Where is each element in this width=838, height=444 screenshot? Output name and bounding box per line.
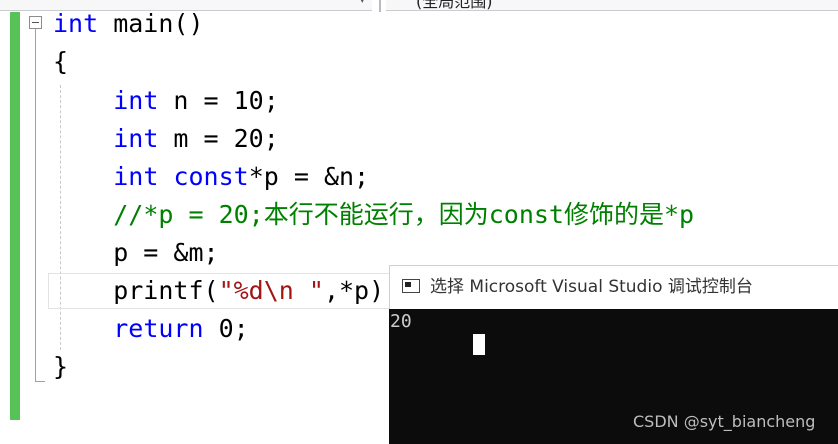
code-token-plain: n = 10; xyxy=(158,86,279,115)
code-line[interactable]: p = &m; xyxy=(53,234,219,272)
code-line[interactable]: int main() xyxy=(53,5,204,43)
collapse-icon[interactable] xyxy=(29,16,42,29)
visual-studio-editor-window: ▾ (全局范围) int main() { int n = 10; int m =… xyxy=(0,0,838,444)
scope-dropdown-label: (全局范围) xyxy=(416,0,493,11)
code-token-kw: int xyxy=(113,86,159,115)
console-title: 选择 Microsoft Visual Studio 调试控制台 xyxy=(430,277,753,297)
chevron-down-icon[interactable]: ▾ xyxy=(360,0,370,6)
code-line[interactable]: int const*p = &n; xyxy=(53,158,369,196)
code-token-cm: //*p = 20;本行不能运行，因为const修饰的是*p xyxy=(113,200,695,229)
splitter[interactable] xyxy=(379,0,381,12)
fold-region-line xyxy=(35,29,36,381)
scope-dropdown[interactable]: (全局范围) xyxy=(386,0,838,11)
change-tracking-bar xyxy=(10,12,20,420)
code-token-kw: int xyxy=(113,162,159,191)
code-token-plain: 0; xyxy=(203,314,249,343)
code-token-plain: p = &m; xyxy=(53,238,219,267)
code-line[interactable]: int n = 10; xyxy=(53,82,279,120)
code-token-plain: main() xyxy=(98,9,204,38)
debug-console-window[interactable]: 选择 Microsoft Visual Studio 调试控制台 20 CSDN… xyxy=(389,265,838,444)
code-token-plain: *p = &n; xyxy=(248,162,370,191)
code-token-kw: const xyxy=(173,162,249,191)
code-token-kw: int xyxy=(113,124,159,153)
code-line[interactable]: //*p = 20;本行不能运行，因为const修饰的是*p xyxy=(53,196,694,234)
fold-region-end xyxy=(35,381,45,382)
code-token-kw: int xyxy=(53,9,99,38)
code-line[interactable]: return 0; xyxy=(53,310,249,348)
code-token-st: "%d\n " xyxy=(218,276,324,305)
console-cursor xyxy=(473,334,485,355)
code-line[interactable]: printf("%d\n ",*p); xyxy=(53,272,399,310)
console-app-icon xyxy=(402,279,420,293)
watermark: CSDN @syt_biancheng xyxy=(633,412,816,431)
code-token-plain: ,*p); xyxy=(323,276,400,305)
code-line[interactable]: } xyxy=(53,348,68,386)
console-output: 20 xyxy=(390,311,412,332)
code-token-plain: printf( xyxy=(53,276,219,305)
code-line[interactable]: int m = 20; xyxy=(53,120,279,158)
code-token-plain: } xyxy=(53,352,69,381)
console-title-bar[interactable]: 选择 Microsoft Visual Studio 调试控制台 xyxy=(389,265,838,309)
code-token-kw: return xyxy=(113,314,204,343)
code-line[interactable]: { xyxy=(53,43,68,81)
code-token-plain: m = 20; xyxy=(158,124,279,153)
code-token-plain: { xyxy=(53,47,69,76)
